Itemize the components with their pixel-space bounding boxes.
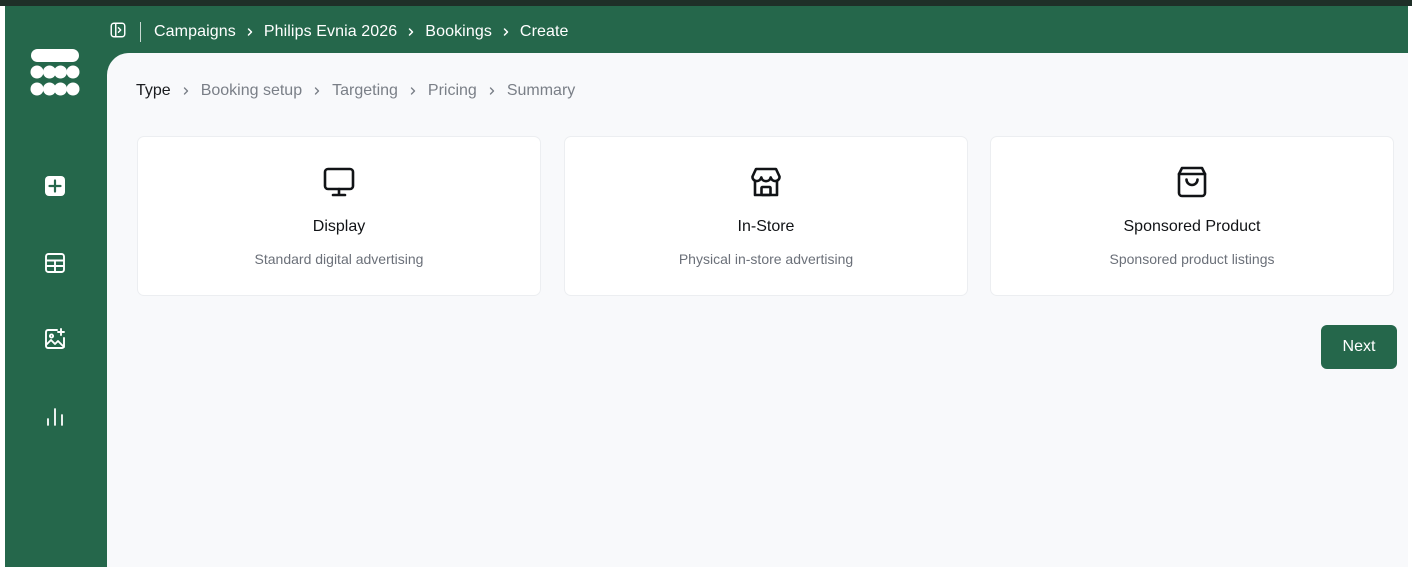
- topbar-divider: [140, 22, 141, 42]
- booking-type-card-sponsored-product[interactable]: Sponsored Product Sponsored product list…: [990, 136, 1394, 296]
- chevron-right-icon: [236, 27, 264, 37]
- image-add-icon: [43, 327, 67, 356]
- next-button[interactable]: Next: [1321, 325, 1397, 369]
- chevron-right-icon: [171, 86, 201, 96]
- card-description: Physical in-store advertising: [678, 251, 854, 267]
- chevron-right-icon: [397, 27, 425, 37]
- breadcrumb-campaigns-link[interactable]: Campaigns: [154, 23, 236, 41]
- table-grid-icon: [43, 251, 67, 280]
- nav-media-button[interactable]: [35, 321, 75, 361]
- main-content: Type Booking setup Targeting Pricing Sum…: [107, 53, 1408, 567]
- store-icon: [747, 163, 785, 201]
- booking-type-card-display[interactable]: Display Standard digital advertising: [137, 136, 541, 296]
- card-title: Sponsored Product: [1123, 218, 1261, 235]
- shopping-bag-icon: [1173, 163, 1211, 201]
- step-booking-setup[interactable]: Booking setup: [201, 82, 302, 100]
- monitor-icon: [320, 163, 358, 201]
- step-targeting[interactable]: Targeting: [332, 82, 398, 100]
- step-pricing[interactable]: Pricing: [428, 82, 477, 100]
- step-summary[interactable]: Summary: [507, 82, 575, 100]
- breadcrumb-bookings-link[interactable]: Bookings: [425, 23, 492, 41]
- breadcrumb-campaign-link[interactable]: Philips Evnia 2026: [264, 23, 397, 41]
- sidebar-toggle-button[interactable]: [108, 22, 128, 42]
- booking-type-card-in-store[interactable]: In-Store Physical in-store advertising: [564, 136, 968, 296]
- top-bar: Campaigns Philips Evnia 2026 Bookings Cr…: [108, 20, 569, 44]
- chevron-right-icon: [398, 86, 428, 96]
- plus-square-icon: [43, 174, 67, 203]
- card-title: Display: [312, 218, 366, 235]
- nav-create-button[interactable]: [35, 168, 75, 208]
- app-shell: Campaigns Philips Evnia 2026 Bookings Cr…: [5, 6, 1408, 567]
- nav-table-button[interactable]: [35, 245, 75, 285]
- bar-chart-icon: [43, 405, 67, 434]
- sidebar-toggle-icon: [109, 21, 127, 44]
- chevron-right-icon: [302, 86, 332, 96]
- dotted-grid-logo-icon[interactable]: [29, 46, 81, 98]
- booking-stepper: Type Booking setup Targeting Pricing Sum…: [136, 82, 575, 100]
- step-type[interactable]: Type: [136, 82, 171, 100]
- card-description: Standard digital advertising: [254, 251, 424, 267]
- chevron-right-icon: [492, 27, 520, 37]
- app-window: Campaigns Philips Evnia 2026 Bookings Cr…: [0, 0, 1412, 567]
- chevron-right-icon: [477, 86, 507, 96]
- breadcrumb: Campaigns Philips Evnia 2026 Bookings Cr…: [154, 23, 569, 41]
- breadcrumb-current-page: Create: [519, 23, 569, 40]
- nav-analytics-button[interactable]: [35, 399, 75, 439]
- card-description: Sponsored product listings: [1109, 251, 1275, 267]
- card-title: In-Store: [737, 218, 795, 235]
